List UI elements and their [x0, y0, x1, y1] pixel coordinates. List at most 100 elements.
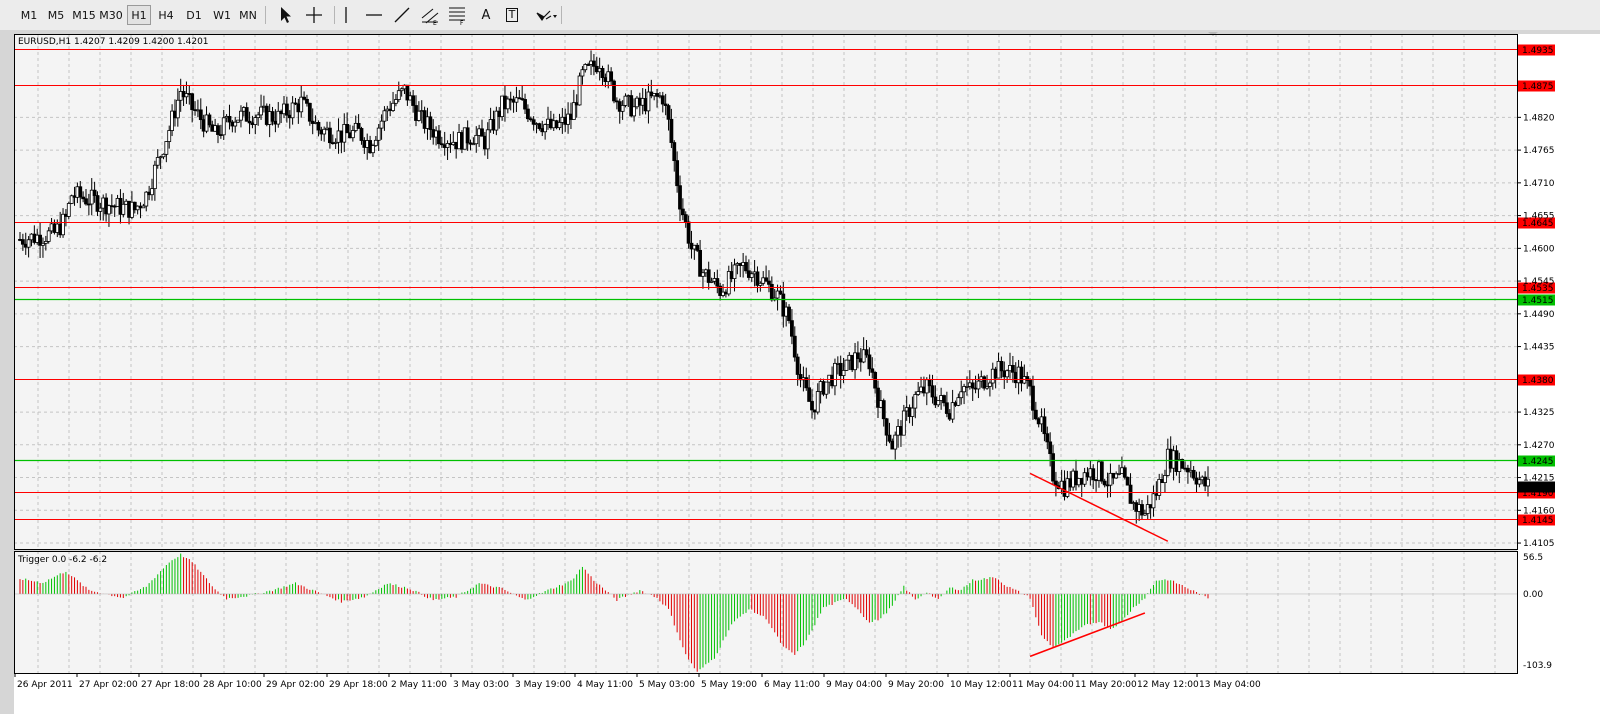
candle-body [749, 273, 754, 278]
candle-body [856, 352, 860, 360]
horizontal-line-button[interactable] [362, 5, 386, 25]
candle-body [1045, 433, 1050, 443]
price-tick-label: 1.4765 [1523, 146, 1555, 156]
candle-body [465, 127, 470, 144]
candle-body [600, 68, 605, 79]
candle-body [175, 99, 180, 119]
candle-body [1151, 493, 1156, 509]
candle-body [253, 117, 258, 125]
candle-body [592, 60, 596, 67]
candle-body [190, 93, 195, 111]
candle-body [916, 391, 921, 395]
timeframe-mn-button[interactable]: MN [237, 5, 259, 25]
candle-body [437, 130, 441, 145]
cursor-button[interactable] [274, 5, 298, 25]
candle-body [1010, 365, 1015, 373]
candle-body [379, 120, 384, 129]
candle-body [795, 356, 800, 375]
time-label: 3 May 19:00 [515, 680, 571, 690]
candle-body [988, 382, 992, 387]
level-label-1.4515: 1.4515 [1522, 296, 1554, 306]
candle-body [474, 134, 479, 145]
candle-body [244, 107, 249, 122]
level-label-1.4380: 1.4380 [1522, 376, 1554, 386]
candle-body [227, 116, 232, 123]
candle-body [20, 239, 25, 245]
candle [1099, 461, 1104, 484]
level-label-1.4875: 1.4875 [1522, 82, 1554, 92]
text-label-icon: T [505, 8, 519, 22]
vertical-line-button[interactable] [334, 5, 358, 25]
timeframe-m1-button[interactable]: M1 [18, 5, 40, 25]
time-label: 4 May 11:00 [577, 680, 633, 690]
equidistant-channel-button[interactable]: E [418, 5, 442, 26]
candle-body [155, 157, 160, 166]
timeframe-m15-button[interactable]: M15 [71, 5, 97, 25]
candle-body [901, 410, 906, 436]
arrow-objects-dropdown-button[interactable] [532, 5, 562, 25]
candle-body [976, 380, 981, 390]
trendline-button[interactable] [390, 5, 414, 25]
candle-body [807, 387, 812, 402]
candle-body [870, 368, 875, 373]
candle-body [1048, 441, 1053, 455]
candle-body [198, 109, 203, 121]
candle-body [810, 401, 814, 411]
time-label: 29 Apr 18:00 [329, 680, 388, 690]
candle [612, 79, 616, 104]
candle-body [764, 277, 768, 282]
chart-canvas[interactable]: 1.49351.48751.46451.45351.45151.43801.42… [0, 30, 1600, 714]
candle-body [61, 213, 65, 236]
candle-body [78, 186, 83, 198]
candle-body [675, 160, 680, 187]
crosshair-button[interactable] [302, 5, 326, 25]
candle-body [887, 434, 892, 442]
price-tick-label: 1.4160 [1523, 506, 1555, 516]
candle-body [543, 124, 548, 133]
candle-body [557, 122, 562, 129]
candle-body [396, 90, 401, 100]
fibonacci-retracement-button[interactable]: F [445, 5, 469, 26]
candle-body [480, 128, 484, 137]
time-label: 27 Apr 18:00 [141, 680, 200, 690]
timeframe-d1-button[interactable]: D1 [183, 5, 205, 25]
candle-body [1099, 461, 1104, 482]
candle-body [769, 283, 774, 301]
timeframe-w1-button[interactable]: W1 [211, 5, 233, 25]
candle-body [678, 185, 682, 210]
candle-body [391, 102, 395, 111]
timeframe-m30-button[interactable]: M30 [98, 5, 124, 25]
timeframe-h4-button[interactable]: H4 [155, 5, 177, 25]
candle-body [152, 164, 157, 190]
time-label: 10 May 12:00 [950, 680, 1012, 690]
timeframe-h1-button[interactable]: H1 [127, 5, 151, 25]
candle-body [864, 349, 869, 356]
candle-body [893, 434, 898, 450]
candle-body [936, 400, 941, 406]
time-label: 26 Apr 2011 [17, 680, 73, 690]
horizontal-line-icon [366, 14, 382, 16]
crosshair-icon [306, 7, 322, 23]
equidistant-channel-icon: E [421, 8, 439, 26]
candle-body [669, 118, 674, 143]
candle-body [1033, 409, 1038, 420]
candle-body [307, 102, 312, 122]
text-label-button[interactable]: T [500, 5, 524, 25]
time-label: 2 May 11:00 [391, 680, 447, 690]
timeframe-m5-button[interactable]: M5 [45, 5, 67, 25]
time-label: 5 May 19:00 [701, 680, 757, 690]
candle-body [787, 306, 791, 322]
candle-body [394, 99, 398, 104]
candle-body [322, 128, 327, 135]
candle-body [612, 80, 616, 102]
symbol-info: EURUSD,H1 1.4207 1.4209 1.4200 1.4201 [18, 37, 209, 47]
text-button[interactable]: A [474, 5, 498, 25]
candle-body [270, 111, 275, 122]
candle-body [216, 125, 220, 135]
candle-body [686, 221, 691, 244]
candle-body [632, 106, 636, 117]
svg-text:F: F [460, 20, 464, 26]
toolbar-separator [561, 6, 562, 24]
candle-body [715, 278, 720, 287]
candle-body [1197, 479, 1202, 485]
